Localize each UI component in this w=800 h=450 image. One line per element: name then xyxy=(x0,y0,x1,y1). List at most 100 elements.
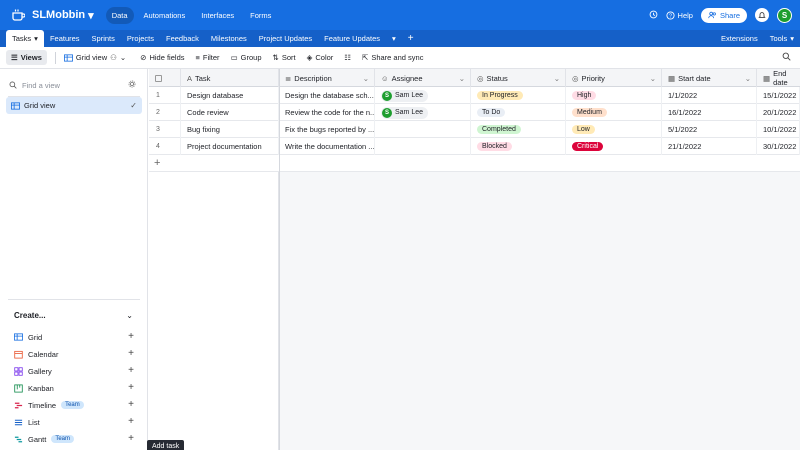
add-table-plus-icon[interactable]: + xyxy=(402,33,420,44)
plus-icon: + xyxy=(128,399,134,410)
row-height-button[interactable]: ☷ xyxy=(344,53,351,62)
user-avatar[interactable]: S xyxy=(777,7,792,23)
table-row[interactable]: 4 Project documentation Write the docume… xyxy=(149,138,800,155)
cell-status[interactable]: Blocked xyxy=(471,138,566,155)
create-kanban-item[interactable]: Kanban + xyxy=(14,382,134,394)
status-badge: To Do xyxy=(477,108,506,117)
create-calendar-item[interactable]: Calendar + xyxy=(14,348,134,360)
create-list-item[interactable]: List + xyxy=(14,416,134,428)
share-button[interactable]: Share xyxy=(700,7,747,23)
more-tables-chevron-icon[interactable]: ▾ xyxy=(386,30,402,47)
create-section-title[interactable]: Create... xyxy=(14,311,46,320)
create-gallery-item[interactable]: Gallery + xyxy=(14,365,134,377)
share-sync-button[interactable]: ⇱ Share and sync xyxy=(362,53,423,62)
cell-task[interactable]: Design database xyxy=(181,87,279,104)
column-header-end-date[interactable]: ▦ End date xyxy=(757,69,800,87)
cell-start-date[interactable]: 5/1/2022 xyxy=(662,121,757,138)
column-header-start-date[interactable]: ▦ Start date ⌄ xyxy=(662,69,757,87)
paint-bucket-icon: ◈ xyxy=(306,53,313,62)
tab-features[interactable]: Features xyxy=(44,30,86,47)
create-timeline-item[interactable]: Timeline Team + xyxy=(14,399,134,411)
cell-priority[interactable]: Low xyxy=(566,121,662,138)
sort-button[interactable]: ⇅ Sort xyxy=(273,53,296,62)
notifications-bell-icon[interactable] xyxy=(755,8,769,22)
filter-button[interactable]: ≡ Filter xyxy=(196,53,220,62)
cell-priority[interactable]: Critical xyxy=(566,138,662,155)
tab-tasks[interactable]: Tasks ▾ xyxy=(6,30,44,47)
top-nav: Data Automations Interfaces Forms xyxy=(105,6,278,24)
cell-status[interactable]: Completed xyxy=(471,121,566,138)
tab-project-updates[interactable]: Project Updates xyxy=(253,30,318,47)
table-row[interactable]: 1 Design database Design the database sc… xyxy=(149,87,800,104)
select-all-checkbox[interactable] xyxy=(149,69,181,87)
cell-start-date[interactable]: 1/1/2022 xyxy=(662,87,757,104)
column-header-task[interactable]: A Task xyxy=(181,69,279,87)
search-icon[interactable] xyxy=(782,52,791,63)
cell-task[interactable]: Project documentation xyxy=(181,138,279,155)
grid-view-switcher[interactable]: Grid view ⚇ ⌄ xyxy=(63,53,126,62)
tab-feature-updates[interactable]: Feature Updates xyxy=(318,30,386,47)
column-header-assignee[interactable]: ☺ Assignee ⌄ xyxy=(375,69,471,87)
cell-assignee[interactable] xyxy=(375,121,471,138)
plus-icon: + xyxy=(128,331,134,342)
column-header-status[interactable]: ◎ Status ⌄ xyxy=(471,69,566,87)
history-icon[interactable] xyxy=(649,10,658,21)
base-name[interactable]: SLMobbin ▾ xyxy=(32,9,94,22)
cell-description[interactable]: Write the documentation ... xyxy=(279,138,375,155)
gear-icon[interactable] xyxy=(128,80,136,90)
sidebar-item-grid-view[interactable]: Grid view ✓ xyxy=(6,97,142,114)
tools-button[interactable]: Tools ▾ xyxy=(764,30,800,47)
cell-description[interactable]: Design the database sch... xyxy=(279,87,375,104)
cell-assignee[interactable]: S Sam Lee xyxy=(375,104,471,121)
chevron-down-icon[interactable]: ⌄ xyxy=(126,311,133,320)
tab-milestones[interactable]: Milestones xyxy=(205,30,253,47)
cell-description[interactable]: Fix the bugs reported by ... xyxy=(279,121,375,138)
cell-description[interactable]: Review the code for the n... xyxy=(279,104,375,121)
cell-priority[interactable]: High xyxy=(566,87,662,104)
cell-end-date[interactable]: 30/1/2022 xyxy=(757,138,800,155)
table-row[interactable]: 3 Bug fixing Fix the bugs reported by ..… xyxy=(149,121,800,138)
views-button[interactable]: ☰ Views xyxy=(6,50,47,65)
cell-start-date[interactable]: 16/1/2022 xyxy=(662,104,757,121)
cell-task[interactable]: Bug fixing xyxy=(181,121,279,138)
cell-assignee[interactable] xyxy=(375,138,471,155)
find-view-input[interactable]: Find a view xyxy=(9,78,137,92)
hide-fields-button[interactable]: ⊘ Hide fields xyxy=(140,53,184,62)
tab-sprints[interactable]: Sprints xyxy=(86,30,121,47)
nav-interfaces[interactable]: Interfaces xyxy=(195,7,240,24)
cell-task[interactable]: Code review xyxy=(181,104,279,121)
column-header-description[interactable]: ≣ Description ⌄ xyxy=(279,69,375,87)
color-button[interactable]: ◈ Color xyxy=(307,53,334,62)
cell-start-date[interactable]: 21/1/2022 xyxy=(662,138,757,155)
create-grid-item[interactable]: Grid + xyxy=(14,331,134,343)
base-logo-icon[interactable] xyxy=(9,6,27,24)
create-gantt-item[interactable]: Gantt Team + xyxy=(14,433,134,445)
grid-view-label: Grid view xyxy=(75,53,108,62)
cell-status[interactable]: In Progress xyxy=(471,87,566,104)
column-header-priority[interactable]: ◎ Priority ⌄ xyxy=(566,69,662,87)
tab-feedback[interactable]: Feedback xyxy=(160,30,205,47)
cell-status[interactable]: To Do xyxy=(471,104,566,121)
nav-automations[interactable]: Automations xyxy=(138,7,192,24)
cell-end-date[interactable]: 10/1/2022 xyxy=(757,121,800,138)
cell-priority[interactable]: Medium xyxy=(566,104,662,121)
frozen-column-divider[interactable] xyxy=(279,69,280,450)
group-button[interactable]: ▭ Group xyxy=(231,53,262,62)
plus-icon: + xyxy=(128,382,134,393)
help-button[interactable]: ? Help xyxy=(665,11,693,20)
add-task-tooltip: Add task xyxy=(147,440,185,450)
cell-end-date[interactable]: 20/1/2022 xyxy=(757,104,800,121)
tab-projects[interactable]: Projects xyxy=(121,30,160,47)
table-row[interactable]: 2 Code review Review the code for the n.… xyxy=(149,104,800,121)
extensions-button[interactable]: Extensions xyxy=(715,30,764,47)
team-badge: Team xyxy=(51,435,75,443)
nav-forms[interactable]: Forms xyxy=(244,7,277,24)
add-record-button[interactable]: + xyxy=(149,155,279,172)
create-item-label: List xyxy=(28,417,40,427)
nav-data[interactable]: Data xyxy=(105,6,134,24)
assignee-chip: S Sam Lee xyxy=(381,106,429,119)
cell-assignee[interactable]: S Sam Lee xyxy=(375,87,471,104)
people-icon: ⚇ xyxy=(110,53,117,62)
cell-end-date[interactable]: 15/1/2022 xyxy=(757,87,800,104)
date-field-icon: ▦ xyxy=(668,73,676,83)
